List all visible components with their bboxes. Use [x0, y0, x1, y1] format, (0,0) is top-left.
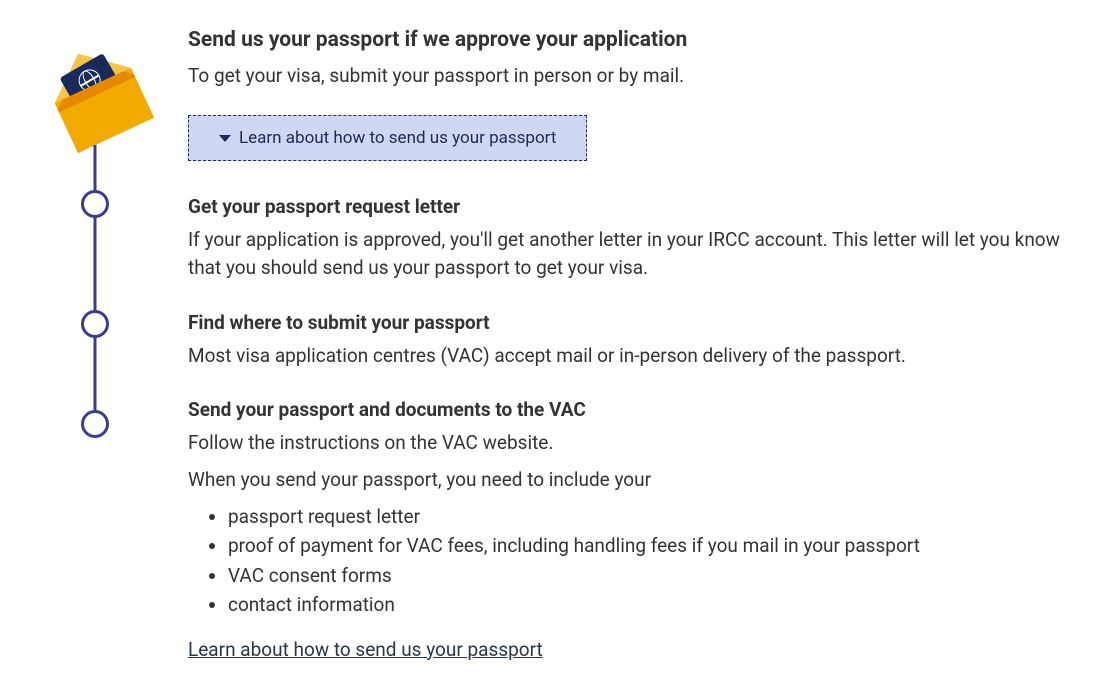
- main-intro-text: To get your visa, submit your passport i…: [188, 62, 1082, 91]
- list-item: VAC consent forms: [228, 561, 1082, 590]
- list-item: passport request letter: [228, 502, 1082, 531]
- main-heading: Send us your passport if we approve your…: [188, 28, 1082, 52]
- timeline-node: [81, 190, 109, 218]
- list-item: contact information: [228, 590, 1082, 619]
- section-heading-find-submit: Find where to submit your passport: [188, 311, 1082, 334]
- toggle-label: Learn about how to send us your passport: [239, 128, 556, 148]
- section-text: If your application is approved, you'll …: [188, 226, 1082, 283]
- learn-send-passport-link[interactable]: Learn about how to send us your passport: [188, 638, 543, 661]
- timeline-node: [81, 410, 109, 438]
- timeline-column: PASSPORT: [20, 20, 170, 145]
- page-container: PASSPORT Send us your passport if we app…: [20, 20, 1082, 661]
- section-text: Most visa application centres (VAC) acce…: [188, 342, 1082, 371]
- timeline-line: [94, 145, 97, 425]
- section-heading-request-letter: Get your passport request letter: [188, 195, 1082, 218]
- list-item: proof of payment for VAC fees, including…: [228, 531, 1082, 560]
- learn-send-passport-toggle[interactable]: Learn about how to send us your passport: [188, 115, 587, 161]
- section-text: When you send your passport, you need to…: [188, 466, 1082, 495]
- requirements-list: passport request letter proof of payment…: [188, 502, 1082, 620]
- timeline-node: [81, 310, 109, 338]
- section-text: Follow the instructions on the VAC websi…: [188, 429, 1082, 458]
- content-column: Send us your passport if we approve your…: [170, 20, 1082, 661]
- caret-down-icon: [219, 135, 231, 142]
- section-heading-send-vac: Send your passport and documents to the …: [188, 398, 1082, 421]
- envelope-passport-icon: PASSPORT: [25, 23, 165, 163]
